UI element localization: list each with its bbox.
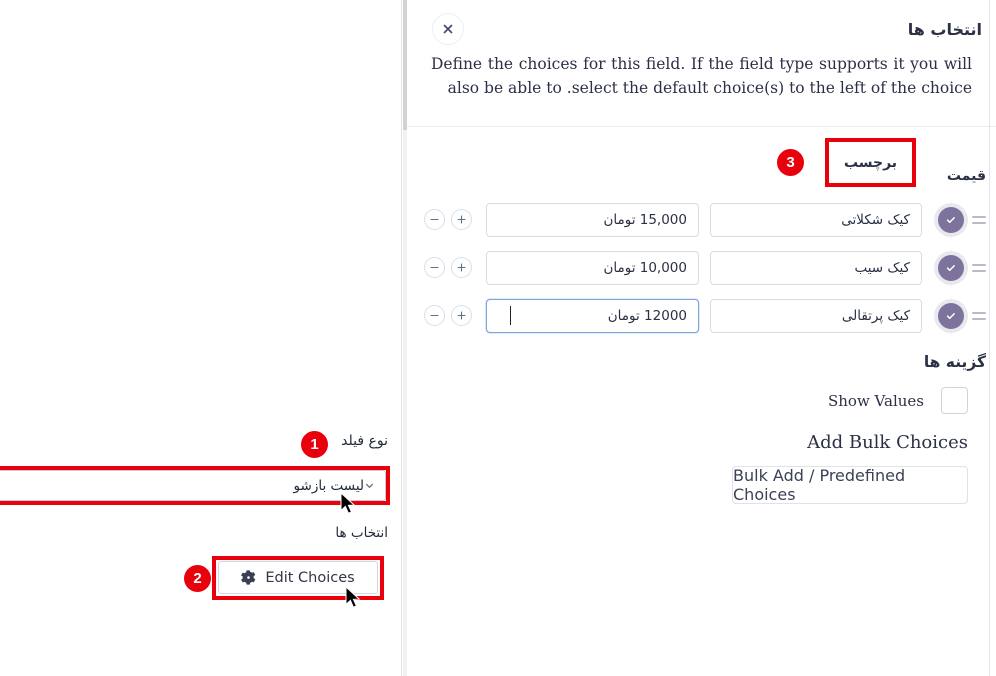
- choice-label-input[interactable]: [710, 251, 922, 285]
- annotation-badge-3: 3: [777, 149, 804, 176]
- panel-divider: [401, 0, 402, 676]
- show-values-checkbox[interactable]: [941, 387, 968, 414]
- column-header-label-highlight: برچسب: [825, 138, 916, 187]
- annotation-badge-1: 1: [301, 431, 328, 458]
- plus-icon[interactable]: [451, 209, 472, 230]
- edit-choices-button[interactable]: Edit Choices: [218, 561, 378, 594]
- choice-label-input[interactable]: [710, 299, 922, 333]
- choices-sublabel: انتخاب ها: [335, 525, 388, 541]
- flyout-description: Define the choices for this field. If th…: [431, 52, 972, 100]
- field-type-dropdown[interactable]: لیست بازشو: [0, 470, 386, 501]
- bulk-add-button[interactable]: Bulk Add / Predefined Choices: [732, 466, 968, 504]
- choice-price-input-focused[interactable]: [486, 299, 699, 333]
- flyout-header: انتخاب ها Define the choices for this fi…: [407, 0, 996, 127]
- flyout-description-line2: .select the default choice(s) to the lef…: [566, 79, 972, 98]
- check-circle-icon[interactable]: [938, 255, 964, 281]
- drag-handle-icon[interactable]: [972, 299, 986, 333]
- minus-icon[interactable]: [424, 257, 445, 278]
- plus-icon[interactable]: [451, 257, 472, 278]
- field-type-label: نوع فیلد: [341, 433, 388, 449]
- drag-handle-icon[interactable]: [972, 203, 986, 237]
- table-row: [407, 203, 996, 237]
- add-bulk-choices-title: Add Bulk Choices: [807, 432, 968, 453]
- show-values-label: Show Values: [827, 392, 924, 410]
- text-caret: [510, 306, 511, 325]
- right-edge-divider: [989, 0, 990, 676]
- chevron-down-icon: [364, 480, 375, 491]
- plus-icon[interactable]: [451, 305, 472, 326]
- minus-icon[interactable]: [424, 305, 445, 326]
- choice-price-input[interactable]: [486, 203, 699, 237]
- field-type-value: لیست بازشو: [293, 477, 364, 494]
- annotation-badge-2: 2: [184, 565, 211, 592]
- close-button[interactable]: [432, 13, 464, 45]
- drag-handle-icon[interactable]: [972, 251, 986, 285]
- choices-flyout: انتخاب ها Define the choices for this fi…: [407, 0, 996, 676]
- options-section-title: گزینه ها: [923, 353, 986, 371]
- check-circle-icon[interactable]: [938, 207, 964, 233]
- column-header-label: برچسب: [843, 154, 898, 171]
- choice-label-input[interactable]: [710, 203, 922, 237]
- close-icon: [441, 22, 455, 36]
- table-row: [407, 299, 996, 333]
- minus-icon[interactable]: [424, 209, 445, 230]
- choice-price-input[interactable]: [486, 251, 699, 285]
- check-circle-icon[interactable]: [938, 303, 964, 329]
- gear-icon: [241, 570, 256, 585]
- edit-choices-label: Edit Choices: [265, 569, 355, 586]
- column-header-price: قیمت: [946, 168, 986, 184]
- app-root: نوع فیلد لیست بازشو انتخاب ها Edit Choic…: [0, 0, 996, 676]
- table-row: [407, 251, 996, 285]
- flyout-title: انتخاب ها: [907, 20, 982, 39]
